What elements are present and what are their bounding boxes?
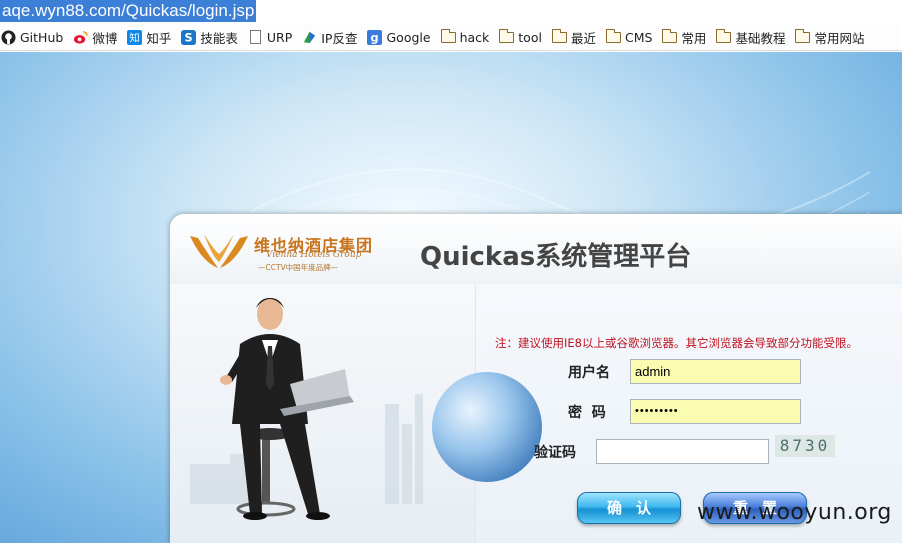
bookmark-label: tool	[518, 29, 542, 45]
url-text[interactable]: aqe.wyn88.com/Quickas/login.jsp	[0, 0, 257, 22]
bookmark-google[interactable]: g Google	[367, 29, 431, 45]
folder-icon	[605, 28, 621, 45]
captcha-image[interactable]: 8730	[775, 435, 835, 457]
svg-text:知: 知	[130, 31, 140, 44]
username-label: 用户名	[568, 365, 610, 381]
svg-text:g: g	[371, 31, 379, 44]
bookmark-weibo[interactable]: 微博	[73, 28, 117, 47]
bookmark-folder-tutorials[interactable]: 基础教程	[716, 28, 785, 47]
bookmark-label: 常用	[681, 30, 707, 46]
bookmark-zhihu[interactable]: 知 知乎	[127, 28, 171, 47]
folder-icon	[440, 28, 456, 45]
bookmark-ip-lookup[interactable]: IP反查	[302, 28, 357, 47]
password-label: 密 码	[568, 405, 606, 421]
captcha-label: 验证码	[534, 445, 576, 461]
bookmark-label: 知乎	[146, 30, 172, 46]
browser-notice: 注：建议使用IE8以上或谷歌浏览器。其它浏览器会导致部分功能受限。	[495, 336, 858, 350]
confirm-button[interactable]: 确认	[577, 492, 681, 524]
zhihu-icon: 知	[127, 29, 143, 45]
bookmark-label: Google	[386, 29, 431, 45]
folder-icon	[662, 28, 678, 45]
bookmark-label: 基础教程	[735, 30, 786, 46]
password-input[interactable]: •••••••••	[630, 399, 801, 424]
bookmark-folder-tool[interactable]: tool	[499, 28, 542, 45]
bookmark-label: URP	[266, 29, 293, 45]
businessman-with-laptop-image	[190, 298, 423, 520]
bookmark-folder-sites[interactable]: 常用网站	[795, 28, 864, 47]
watermark-text: www.wooyun.org	[697, 500, 892, 525]
login-header: 维也纳酒店集团 Vienna Hotels Group —CCTV中国年度品牌—…	[170, 214, 902, 284]
businessman-illustration	[170, 284, 475, 543]
bookmark-label: GitHub	[20, 29, 64, 45]
bookmark-label: 最近	[570, 30, 596, 46]
captcha-input[interactable]	[596, 439, 769, 464]
ip-icon	[302, 30, 317, 45]
google-icon: g	[367, 29, 383, 45]
bookmark-github[interactable]: GitHub	[1, 30, 63, 45]
folder-icon	[499, 28, 515, 45]
bookmark-skills[interactable]: S 技能表	[181, 28, 238, 47]
bookmark-label: 微博	[92, 30, 118, 46]
bookmark-label: IP反查	[321, 30, 358, 46]
address-bar[interactable]: aqe.wyn88.com/Quickas/login.jsp	[0, 0, 902, 24]
bookmark-folder-cms[interactable]: CMS	[605, 28, 653, 45]
logo-english-name: Vienna Hotels Group	[266, 250, 362, 260]
folder-icon	[795, 28, 811, 45]
weibo-icon	[73, 30, 89, 45]
github-icon	[1, 29, 16, 45]
bookmark-label: CMS	[624, 29, 653, 45]
folder-icon	[551, 28, 567, 45]
bookmark-folder-recent[interactable]: 最近	[551, 28, 596, 47]
globe-icon	[432, 372, 542, 482]
bookmark-label: hack	[459, 29, 490, 45]
logo-cctv-tagline: —CCTV中国年度品牌—	[258, 263, 339, 272]
bookmarks-bar: GitHub 微博 知 知乎 S 技能表 URP IP反查 g Google h…	[0, 24, 902, 51]
page-title: Quickas系统管理平台	[420, 242, 692, 272]
svg-text:S: S	[185, 31, 193, 44]
bookmark-folder-hack[interactable]: hack	[440, 28, 490, 45]
bookmark-label: 技能表	[200, 30, 238, 46]
username-input[interactable]: admin	[630, 359, 801, 384]
bookmark-folder-common[interactable]: 常用	[662, 28, 706, 47]
page-icon	[248, 30, 263, 45]
vienna-logo-icon	[190, 234, 248, 268]
bookmark-label: 常用网站	[814, 30, 865, 46]
folder-icon	[716, 28, 732, 45]
skill-icon: S	[181, 29, 197, 45]
bookmark-urp[interactable]: URP	[248, 30, 292, 45]
